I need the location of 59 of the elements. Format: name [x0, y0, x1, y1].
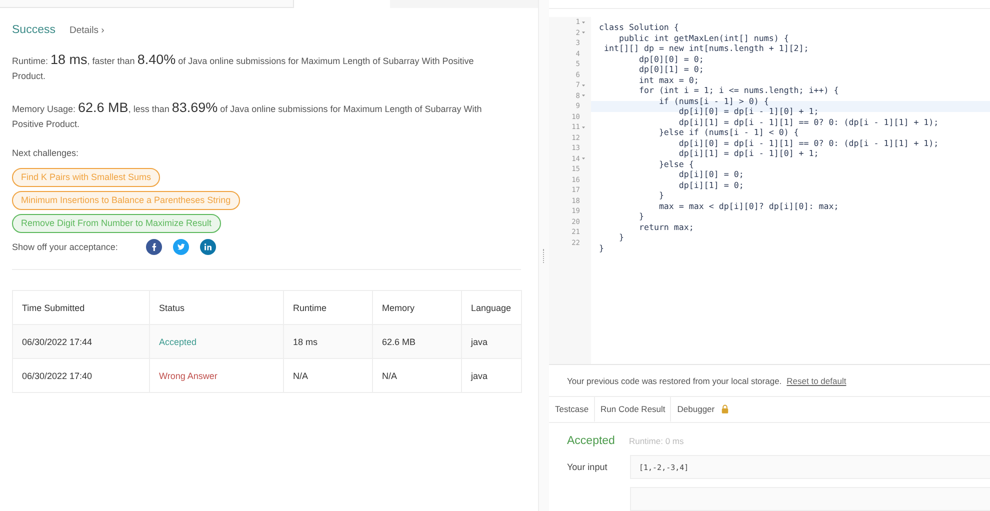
fold-arrow-icon[interactable]	[581, 124, 586, 130]
code-line: dp[0][0] = 0;	[638, 54, 704, 64]
code-line: }	[618, 232, 624, 242]
memory-text: Memory Usage: 62.6 MB, less than 83.69% of Java online submissions for Maximum Length of Subarray With Positive Product.	[12, 100, 483, 131]
code-line: }else {	[658, 158, 694, 168]
column-header: Status	[150, 290, 284, 324]
code-line: public int getMaxLen(int[] nums) {	[618, 32, 789, 42]
code-line: int max = 0;	[638, 74, 699, 84]
fold-arrow-icon[interactable]	[581, 30, 586, 36]
console-tab[interactable]: Testcase	[549, 396, 594, 422]
console-tab[interactable]: Debugger	[671, 396, 735, 422]
table-cell: 06/30/2022 17:40	[12, 358, 150, 392]
table-cell: java	[462, 358, 522, 392]
code-line: dp[0][1] = 0;	[638, 64, 704, 74]
table-cell: 62.6 MB	[372, 324, 462, 358]
runtime-text: Runtime: 18 ms, faster than 8.40% of Java online submissions for Maximum Length of Subarray With Positive Product.	[12, 52, 475, 83]
status-cell[interactable]: Accepted	[150, 324, 284, 358]
notice-text: Your previous code was restored from your local storage.	[567, 376, 782, 386]
status-title: Success	[12, 24, 56, 36]
code-line: dp[i][0] = dp[i - 1][1] == 0? 0: (dp[i - 1][1] + 1);	[678, 138, 939, 148]
code-line: dp[i][1] = dp[i - 1][1] == 0? 0: (dp[i - 1][1] + 1);	[678, 116, 939, 126]
table-cell: 18 ms	[284, 324, 372, 358]
code-line: dp[i][1] = dp[i - 1][0] + 1;	[678, 148, 819, 158]
code-line: for (int i = 1; i <= nums.length; i++) {	[638, 85, 839, 95]
console-tab[interactable]: Run Code Result	[594, 396, 672, 422]
share-label: Show off your acceptance:	[12, 242, 119, 252]
bird-icon[interactable]	[173, 239, 189, 255]
code-line: if (nums[i - 1] > 0) {	[658, 96, 769, 106]
table-cell: N/A	[284, 358, 372, 392]
facebook-icon[interactable]	[146, 239, 162, 255]
challenges-label: Next challenges:	[12, 148, 80, 158]
table-cell: 06/30/2022 17:44	[12, 324, 150, 358]
code-line: int[][] dp = new int[nums.length + 1][2];	[602, 43, 809, 53]
linkedin-icon[interactable]	[200, 239, 216, 255]
input-label: Your input	[567, 462, 608, 472]
code-line: dp[i][0] = dp[i - 1][0] + 1;	[678, 106, 819, 116]
fold-arrow-icon[interactable]	[581, 82, 586, 88]
code-editor[interactable]	[549, 8, 990, 365]
fold-arrow-icon[interactable]	[581, 20, 586, 25]
status-cell[interactable]: Wrong Answer	[150, 358, 284, 392]
details-link[interactable]: Details ›	[69, 25, 104, 36]
table-cell: java	[462, 324, 522, 358]
column-header: Time Submitted	[12, 290, 150, 324]
code-line: }	[599, 242, 604, 252]
splitter-handle[interactable]	[538, 0, 549, 511]
table-cell: N/A	[372, 358, 462, 392]
code-line: dp[i][0] = 0;	[678, 169, 744, 179]
fold-arrow-icon[interactable]	[581, 93, 586, 98]
code-line: }	[658, 190, 664, 200]
code-line: return max;	[638, 222, 694, 232]
code-line: class Solution {	[599, 22, 679, 32]
code-line: }else if (nums[i - 1] < 0) {	[658, 127, 799, 137]
code-line: }	[638, 211, 644, 221]
reset-link[interactable]: Reset to default	[786, 376, 846, 386]
code-line: dp[i][1] = 0;	[678, 180, 744, 190]
fold-arrow-icon[interactable]	[581, 156, 586, 162]
result-status: Accepted	[567, 435, 615, 447]
result-runtime: Runtime: 0 ms	[628, 436, 684, 446]
code-line: max = max < dp[i][0]? dp[i][0]: max;	[658, 200, 839, 210]
